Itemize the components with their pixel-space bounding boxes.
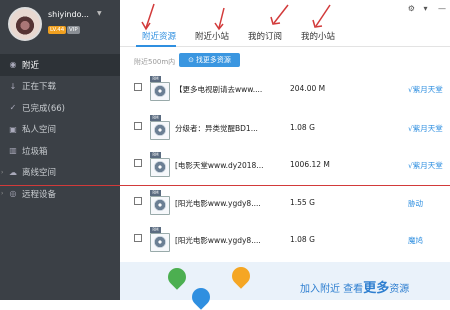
search-icon: ⊙ (188, 56, 194, 64)
video-file-icon: RM (150, 115, 170, 140)
cloud-icon: ☁ (9, 167, 17, 177)
profile: shiyindo... ▼ LV.44 VIP (0, 0, 120, 52)
find-more-button[interactable]: ⊙ 找更多资源 (179, 53, 240, 67)
table-row[interactable]: RM 分级者：异类觉醒BD1... 1.08 G √紫月天堂 (120, 110, 450, 146)
file-name: [阳光电影www.ygdy8.... (175, 199, 261, 208)
map-pin-icon (228, 263, 254, 289)
level-badge: LV.44 (48, 26, 67, 34)
file-size: 1.55 G (290, 198, 315, 207)
sidebar-item-completed[interactable]: ✓ 已完成(66) (0, 97, 120, 119)
table-row[interactable]: RM [电影天堂www.dy2018... 1006.12 M √紫月天堂 (120, 147, 450, 183)
file-name: 【更多电视剧请去www.... (175, 85, 263, 94)
chevron-right-icon[interactable]: › (1, 169, 3, 176)
annotation-arrow (270, 4, 289, 25)
sidebar-item-nearby[interactable]: ◉ 附近 (0, 54, 120, 76)
banner-text-a: 加入附近 查看 (300, 284, 364, 295)
file-size: 204.00 M (290, 84, 326, 93)
menu-icon[interactable]: ▾ (423, 4, 427, 13)
chevron-down-icon[interactable]: ▼ (97, 10, 102, 17)
tab-my-subscriptions[interactable]: 我的订阅 (248, 30, 282, 42)
row-checkbox[interactable] (134, 159, 142, 167)
avatar[interactable] (8, 7, 42, 41)
annotation-line (0, 185, 450, 186)
source-link[interactable]: √紫月天堂 (408, 123, 443, 134)
username[interactable]: shiyindo... (48, 10, 89, 19)
map-pin-icon (164, 264, 190, 290)
file-size: 1.08 G (290, 123, 315, 132)
window-controls[interactable]: ⚙ ▾ — (408, 4, 446, 13)
find-more-label: 找更多资源 (195, 56, 231, 64)
video-file-icon: RM (150, 227, 170, 252)
source-link[interactable]: 胁动 (408, 198, 423, 209)
location-icon: ◉ (9, 60, 17, 70)
skin-icon[interactable]: ⚙ (408, 4, 415, 13)
distance-filter-label: 附近500m内 (134, 58, 176, 66)
banner-text-b: 资源 (389, 284, 410, 295)
sidebar-item-label: 附近 (22, 60, 40, 71)
file-size: 1006.12 M (290, 160, 330, 169)
sidebar-item-label: 离线空间 (22, 168, 57, 179)
table-row[interactable]: RM 【更多电视剧请去www.... 204.00 M √紫月天堂 (120, 71, 450, 107)
trash-icon: ▥ (9, 146, 17, 156)
table-row[interactable]: RM [阳光电影www.ygdy8.... 1.55 G 胁动 (120, 185, 450, 221)
map-pin-icon (188, 284, 214, 310)
banner-text-big: 更多 (363, 281, 390, 296)
sidebar-item-trash[interactable]: ▥ 垃圾箱 (0, 140, 120, 162)
table-row[interactable]: RM [阳光电影www.ygdy8.... 1.08 G 魔鸠 (120, 222, 450, 258)
sidebar-item-downloading[interactable]: ↓ 正在下载 (0, 76, 120, 98)
file-name: [阳光电影www.ygdy8.... (175, 236, 261, 245)
annotation-arrow (141, 3, 155, 31)
video-file-icon: RM (150, 190, 170, 215)
sidebar-item-private[interactable]: ▣ 私人空间 (0, 119, 120, 141)
annotation-arrow (312, 4, 331, 28)
sidebar-item-label: 垃圾箱 (22, 146, 48, 157)
check-icon: ✓ (9, 103, 17, 113)
file-size: 1.08 G (290, 235, 315, 244)
file-name: [电影天堂www.dy2018... (175, 161, 264, 170)
row-checkbox[interactable] (134, 122, 142, 130)
download-icon: ↓ (9, 81, 17, 91)
sidebar-item-label: 正在下载 (22, 82, 57, 93)
sidebar-item-offline[interactable]: › ☁ 离线空间 (0, 162, 120, 184)
tab-underline (136, 45, 176, 47)
video-file-icon: RM (150, 152, 170, 177)
vip-badge: VIP (67, 26, 80, 34)
row-checkbox[interactable] (134, 83, 142, 91)
sidebar-item-label: 已完成(66) (22, 103, 65, 114)
tab-my-station[interactable]: 我的小站 (301, 30, 335, 42)
annotation-arrow (214, 7, 225, 31)
source-link[interactable]: 魔鸠 (408, 235, 423, 246)
sidebar-item-label: 私人空间 (22, 125, 57, 136)
chevron-right-icon[interactable]: › (1, 190, 3, 197)
sidebar-item-remote[interactable]: › ◎ 远程设备 (0, 183, 120, 205)
minimize-icon[interactable]: — (438, 4, 446, 13)
row-checkbox[interactable] (134, 197, 142, 205)
video-file-icon: RM (150, 76, 170, 101)
row-checkbox[interactable] (134, 234, 142, 242)
banner-text[interactable]: 加入附近 查看更多资源 (300, 277, 409, 296)
lock-icon: ▣ (9, 124, 17, 134)
remote-icon: ◎ (9, 189, 17, 199)
file-name: 分级者：异类觉醒BD1... (175, 124, 258, 133)
source-link[interactable]: √紫月天堂 (408, 84, 443, 95)
sidebar-item-label: 远程设备 (22, 189, 57, 200)
sidebar: shiyindo... ▼ LV.44 VIP ◉ 附近 ↓ 正在下载 ✓ 已完… (0, 0, 120, 300)
source-link[interactable]: √紫月天堂 (408, 160, 443, 171)
